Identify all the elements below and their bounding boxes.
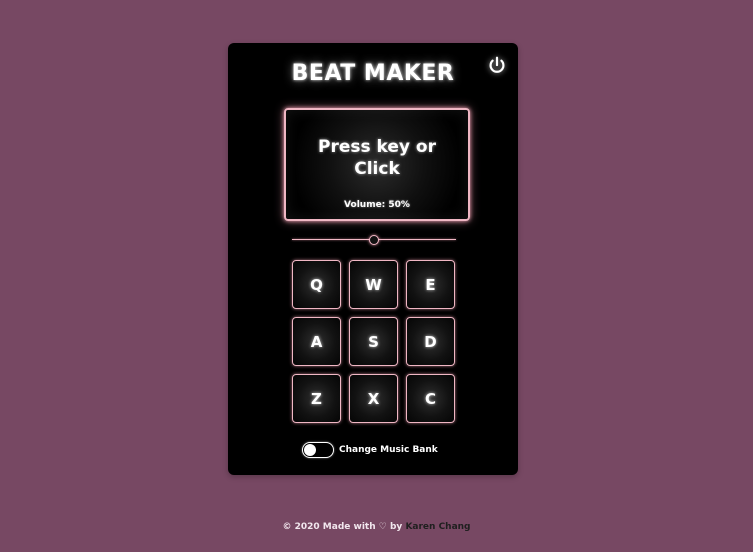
music-bank-toggle[interactable]	[302, 442, 334, 458]
drum-pad-q[interactable]: Q	[292, 260, 341, 309]
sound-display: Press key or Click Volume: 50%	[284, 108, 470, 221]
display-text: Press key or Click	[318, 137, 436, 179]
heart-icon: ♡	[378, 522, 387, 532]
music-bank-label: Change Music Bank	[339, 445, 438, 455]
music-bank-toggle-row: Change Music Bank	[302, 442, 438, 458]
drum-pad-w[interactable]: W	[349, 260, 398, 309]
app-root: BEAT MAKER Press key or Click Volume: 50…	[0, 0, 753, 552]
drum-pad-e[interactable]: E	[406, 260, 455, 309]
toggle-knob	[304, 444, 316, 456]
app-title: BEAT MAKER	[291, 61, 455, 86]
author-link[interactable]: Karen Chang	[405, 522, 470, 532]
volume-slider-thumb[interactable]	[369, 235, 379, 245]
copyright-text: © 2020 Made with	[282, 522, 376, 532]
drum-pad-z[interactable]: Z	[292, 374, 341, 423]
drum-pad-a[interactable]: A	[292, 317, 341, 366]
drum-pad-x[interactable]: X	[349, 374, 398, 423]
drum-pads: Q W E A S D Z X C	[292, 260, 457, 425]
volume-label: Volume: 50%	[344, 200, 410, 210]
drum-pad-s[interactable]: S	[349, 317, 398, 366]
volume-slider[interactable]	[292, 234, 456, 246]
drum-pad-c[interactable]: C	[406, 374, 455, 423]
footer-by-text: by	[389, 522, 403, 532]
beat-maker-panel: BEAT MAKER Press key or Click Volume: 50…	[228, 43, 518, 475]
footer: © 2020 Made with ♡ by Karen Chang	[0, 522, 753, 532]
drum-pad-d[interactable]: D	[406, 317, 455, 366]
